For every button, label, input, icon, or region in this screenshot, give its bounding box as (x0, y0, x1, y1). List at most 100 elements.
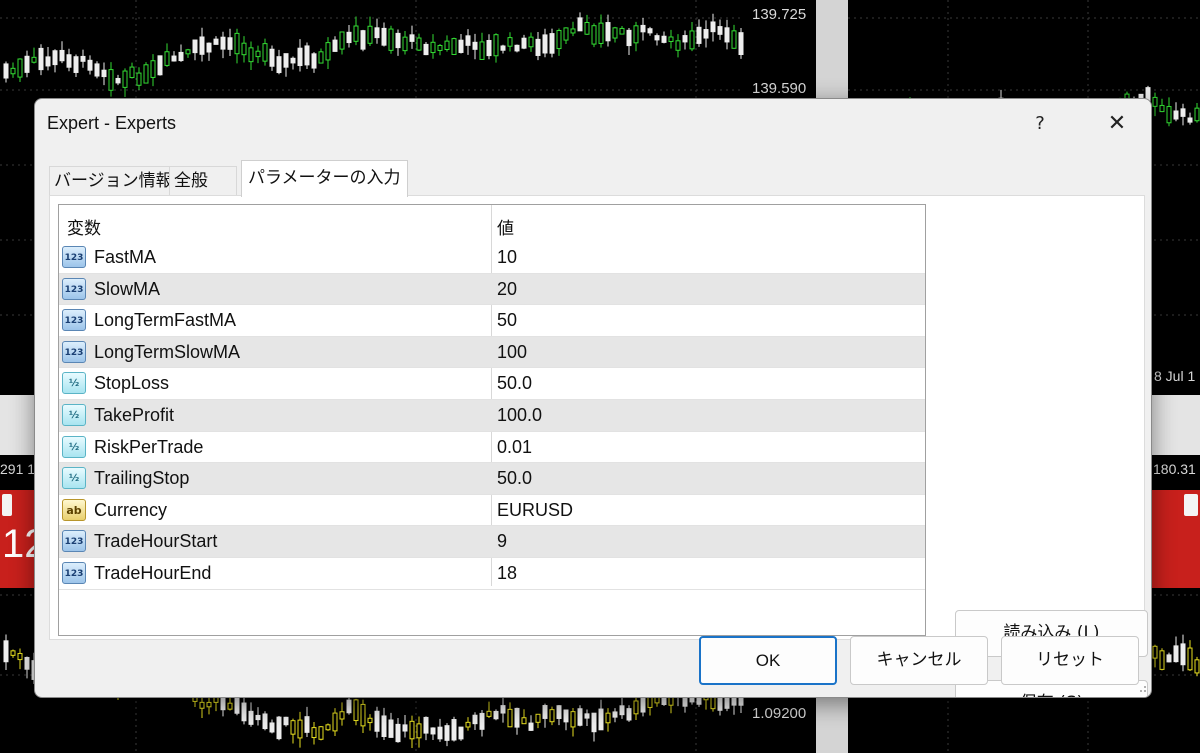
candle-body (1187, 647, 1193, 671)
candle-body (689, 30, 695, 50)
candle-body (528, 36, 534, 48)
parameter-value[interactable]: 50.0 (497, 373, 532, 394)
candle-body (297, 719, 303, 739)
panel-button[interactable] (1184, 494, 1198, 516)
candle-body (1152, 645, 1158, 659)
int-type-icon: 123 (62, 340, 86, 363)
parameter-row[interactable]: 123 LongTermSlowMA 100 (59, 336, 925, 369)
candle-body (353, 699, 359, 722)
candle-body (255, 714, 261, 721)
candle-body (87, 59, 93, 71)
candle-body (311, 53, 317, 69)
parameter-row[interactable]: ½ TakeProfit 100.0 (59, 400, 925, 432)
parameter-value[interactable]: 18 (497, 563, 517, 584)
dialog-title: Expert - Experts (47, 113, 177, 133)
candle-body (1173, 645, 1179, 663)
parameter-value[interactable]: 50.0 (497, 468, 532, 489)
candle-body (241, 42, 247, 56)
column-header-variable[interactable]: 変数 (67, 214, 101, 239)
parameter-value[interactable]: 0.01 (497, 437, 532, 458)
parameter-name: Currency (94, 499, 168, 520)
reset-button[interactable]: リセット (1001, 636, 1139, 685)
candle-body (710, 21, 716, 33)
expert-properties-dialog: Expert - Experts ? ✕ バージョン情報 全般 パラメーターの入… (34, 98, 1152, 698)
candle-body (115, 77, 121, 84)
candle-body (234, 32, 240, 55)
candle-body (59, 49, 65, 62)
candle-body (591, 25, 597, 45)
tab-version-info[interactable]: バージョン情報 (49, 166, 178, 196)
candle-body (269, 722, 275, 733)
candle-body (283, 716, 289, 726)
candle-body (1166, 106, 1172, 124)
parameter-row[interactable]: 123 FastMA 10 (59, 242, 925, 274)
parameter-value[interactable]: 10 (497, 247, 517, 268)
int-type-icon: 123 (62, 562, 86, 584)
candle-body (395, 32, 401, 49)
candle-body (1173, 110, 1179, 120)
cancel-button[interactable]: キャンセル (850, 636, 988, 685)
parameter-value[interactable]: EURUSD (497, 500, 573, 521)
int-type-icon: 123 (62, 246, 86, 268)
candle-body (738, 32, 744, 56)
parameter-row[interactable]: 123 TradeHourStart 9 (59, 526, 925, 558)
column-header-value[interactable]: 値 (497, 214, 514, 239)
candle-body (479, 712, 485, 730)
candle-body (360, 30, 366, 50)
candle-body (430, 41, 436, 54)
parameter-row[interactable]: ½ TrailingStop 50.0 (59, 463, 925, 495)
candle-body (381, 27, 387, 46)
candle-body (374, 27, 380, 39)
candle-body (451, 719, 457, 741)
candle-body (10, 67, 16, 75)
parameter-value[interactable]: 50 (497, 310, 517, 331)
candle-body (416, 37, 422, 51)
parameter-name: RiskPerTrade (94, 436, 204, 457)
candle-body (465, 721, 471, 728)
tab-general[interactable]: 全般 (169, 166, 237, 196)
candle-body (24, 55, 30, 73)
candle-body (374, 710, 380, 732)
tab-input-parameters[interactable]: パラメーターの入力 (241, 160, 408, 197)
candle-body (129, 66, 135, 79)
parameter-row[interactable]: 123 LongTermFastMA 50 (59, 305, 925, 337)
dialog-titlebar[interactable]: Expert - Experts ? ✕ (35, 99, 1151, 149)
ok-button[interactable]: OK (699, 636, 837, 685)
candle-body (598, 22, 604, 44)
parameter-value[interactable]: 9 (497, 531, 507, 552)
candle-body (598, 708, 604, 731)
candle-body (626, 708, 632, 721)
candle-body (395, 723, 401, 743)
candle-body (241, 702, 247, 722)
parameter-row[interactable]: ½ RiskPerTrade 0.01 (59, 432, 925, 464)
candle-body (430, 727, 436, 735)
resize-grip-icon[interactable] (1137, 683, 1147, 693)
candle-body (185, 49, 191, 55)
candle-body (619, 705, 625, 716)
panel-button[interactable] (2, 494, 12, 516)
close-button[interactable]: ✕ (1097, 109, 1137, 139)
one-click-trade-panel-right[interactable] (1150, 490, 1200, 588)
candle-body (577, 708, 583, 726)
candle-body (444, 40, 450, 50)
candle-body (507, 708, 513, 728)
candle-body (66, 54, 72, 68)
candle-body (675, 40, 681, 51)
candle-body (423, 716, 429, 734)
parameter-row[interactable]: 123 SlowMA 20 (59, 273, 925, 306)
parameter-row[interactable]: ab Currency EURUSD (59, 495, 925, 527)
candle-body (717, 696, 723, 711)
parameter-value[interactable]: 100.0 (497, 405, 542, 426)
parameter-value[interactable]: 100 (497, 342, 527, 363)
help-button[interactable]: ? (1020, 109, 1060, 139)
candle-body (402, 724, 408, 732)
parameter-name: TrailingStop (94, 468, 190, 489)
candle-body (458, 39, 464, 53)
candle-body (283, 53, 289, 68)
parameter-value[interactable]: 20 (497, 279, 517, 300)
candle-body (437, 45, 443, 51)
candle-body (262, 713, 268, 730)
parameter-row[interactable]: ½ StopLoss 50.0 (59, 368, 925, 400)
parameter-row[interactable]: 123 TradeHourEnd 18 (59, 558, 925, 590)
candle-body (290, 57, 296, 64)
